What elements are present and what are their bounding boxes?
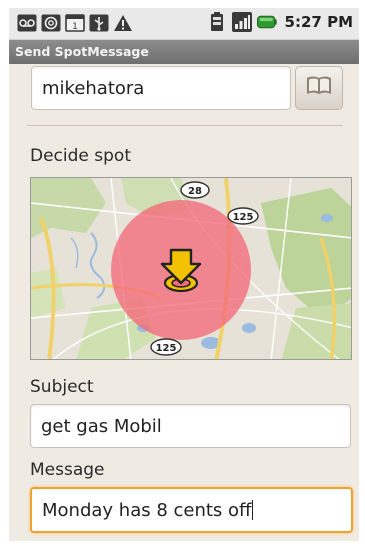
spot-label: Decide spot bbox=[30, 146, 131, 166]
voicemail-icon bbox=[17, 13, 37, 33]
battery-saver-icon bbox=[207, 12, 227, 32]
text-cursor bbox=[252, 500, 254, 520]
title-bar: Send SpotMessage bbox=[9, 40, 359, 64]
route-badge-28-label: 28 bbox=[188, 186, 202, 197]
warning-icon bbox=[113, 13, 133, 33]
clock: 5:27 PM bbox=[284, 13, 353, 31]
route-badge-125-bottom-label: 125 bbox=[156, 343, 177, 354]
route-badge-125-top-label: 125 bbox=[233, 212, 254, 223]
section-divider bbox=[27, 125, 343, 126]
calendar-icon: 1 bbox=[65, 13, 85, 33]
route-badge-28: 28 bbox=[180, 181, 210, 199]
message-input[interactable]: Monday has 8 cents off bbox=[30, 487, 353, 533]
map-canvas[interactable]: 28 125 125 bbox=[31, 178, 352, 360]
phone-screen: 1 5:27 PM Send SpotMessage mikehatora De… bbox=[9, 8, 359, 541]
route-badge-125-top: 125 bbox=[227, 207, 259, 225]
notification-icons: 1 bbox=[17, 13, 133, 33]
svg-text:1: 1 bbox=[72, 22, 78, 32]
status-bar: 1 5:27 PM bbox=[9, 8, 359, 40]
system-icons: 5:27 PM bbox=[207, 12, 353, 32]
subject-label: Subject bbox=[30, 377, 94, 397]
route-badge-125-bottom: 125 bbox=[150, 338, 182, 356]
subject-input[interactable]: get gas Mobil bbox=[30, 404, 351, 448]
at-sign-icon bbox=[41, 13, 61, 33]
contacts-button[interactable] bbox=[295, 66, 343, 110]
spot-map[interactable]: 28 125 125 bbox=[30, 177, 352, 360]
message-label: Message bbox=[30, 460, 105, 480]
battery-icon bbox=[256, 12, 277, 32]
book-icon bbox=[305, 75, 333, 101]
signal-icon bbox=[231, 12, 252, 32]
usb-icon bbox=[89, 13, 109, 33]
recipient-input[interactable]: mikehatora bbox=[31, 66, 291, 110]
message-text: Monday has 8 cents off bbox=[42, 499, 252, 521]
